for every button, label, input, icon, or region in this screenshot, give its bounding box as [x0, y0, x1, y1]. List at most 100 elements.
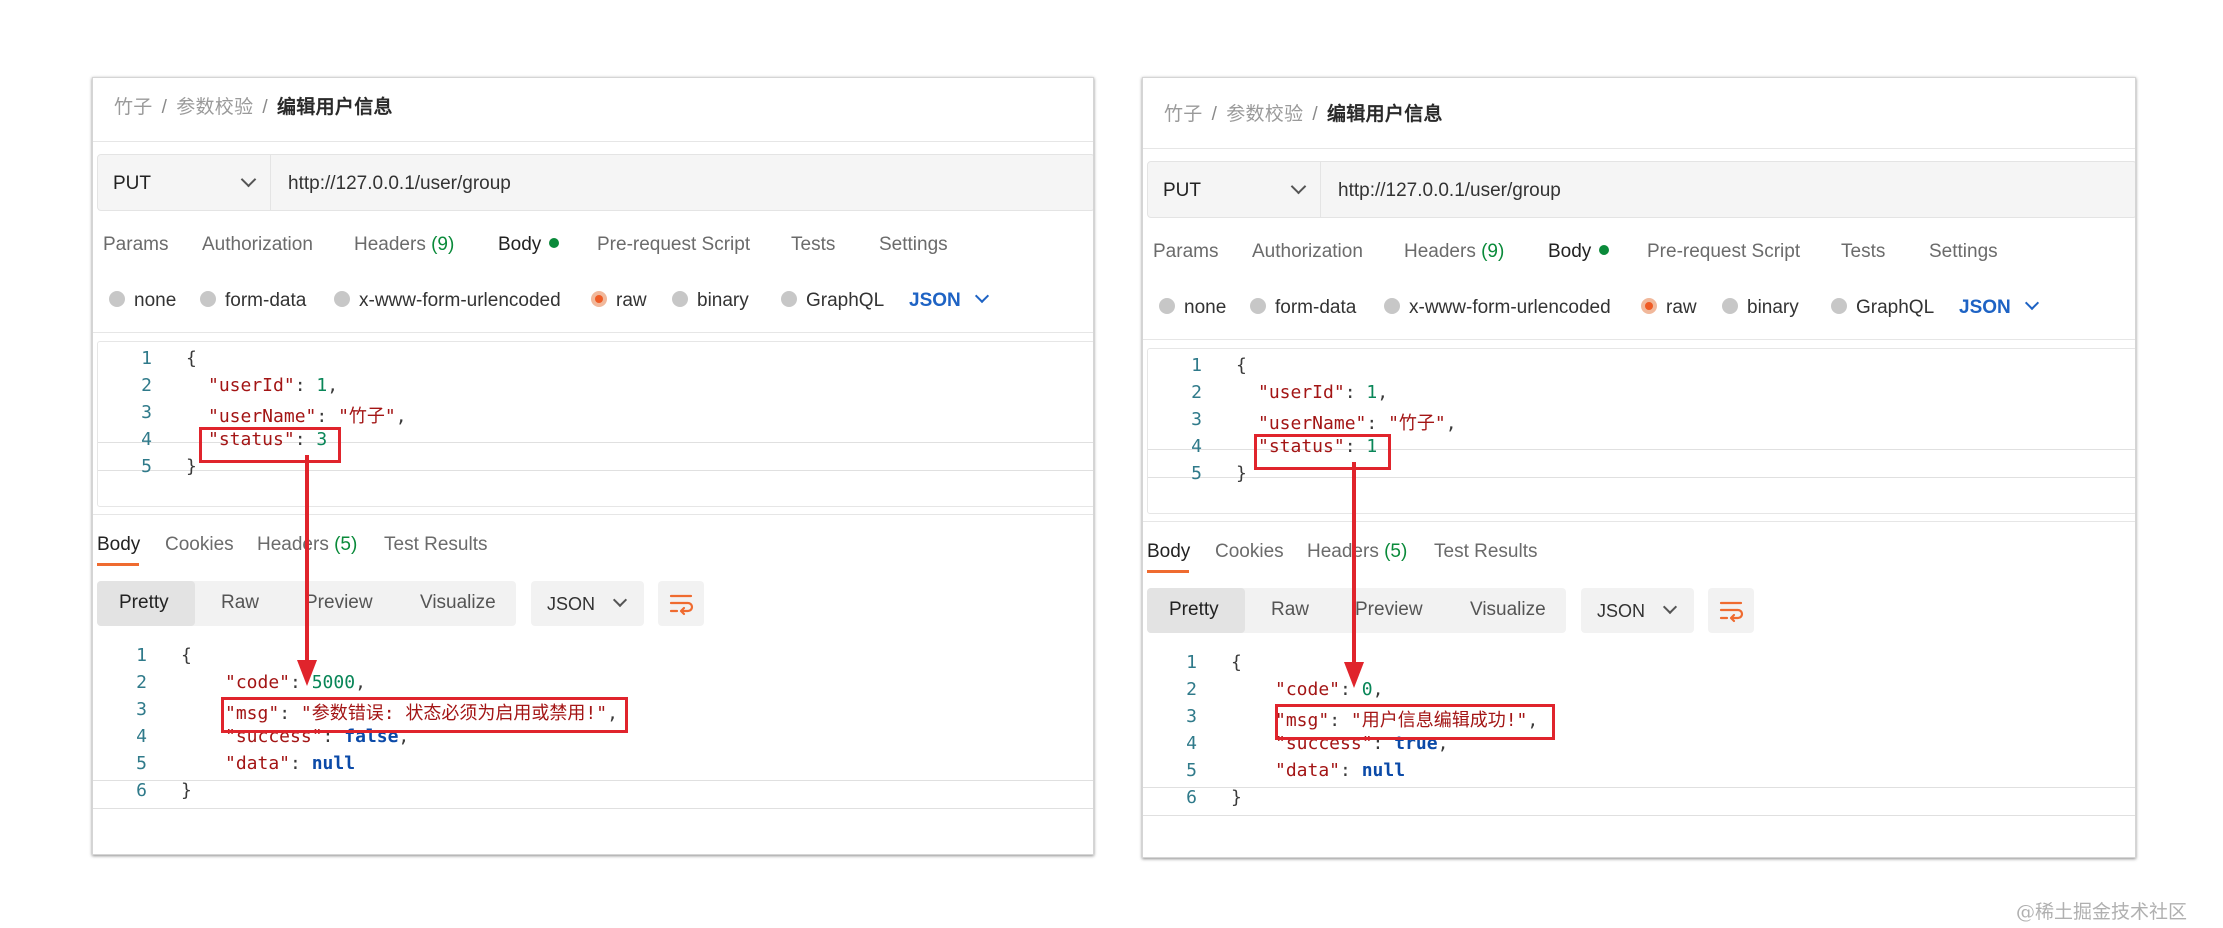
divider	[1143, 521, 2135, 522]
code-line: }	[1231, 787, 1242, 808]
active-dot-icon	[549, 237, 560, 248]
button-label: Pretty	[119, 592, 169, 613]
format-label: JSON	[1959, 297, 2011, 318]
tab-response-body[interactable]: Body	[1147, 541, 1190, 563]
radio-icon	[1384, 297, 1400, 314]
tab-test-results[interactable]: Test Results	[384, 534, 487, 556]
line-number: 6	[1186, 787, 1197, 808]
tab-headers[interactable]: Headers (9)	[354, 234, 454, 256]
tab-label: Headers	[257, 534, 329, 555]
view-preview-button[interactable]: Preview	[1355, 599, 1423, 621]
format-select[interactable]: JSON	[909, 288, 989, 312]
highlight-box-msg	[1275, 704, 1555, 740]
tab-test-results[interactable]: Test Results	[1434, 541, 1537, 563]
code-line: "code": 0,	[1275, 679, 1384, 700]
request-body-editor[interactable]: 1{ 2 "userId": 1, 3 "userName": "竹子", 4 "st…	[97, 341, 1093, 507]
request-bar: PUT http://127.0.0.1/user/group	[1147, 161, 2135, 218]
active-tab-underline	[97, 563, 139, 566]
radio-urlencoded[interactable]: x-www-form-urlencoded	[334, 290, 561, 312]
divider	[93, 141, 1093, 142]
line-number: 2	[141, 375, 152, 396]
radio-selected-icon	[591, 290, 607, 307]
line-number: 5	[141, 456, 152, 477]
radio-binary[interactable]: binary	[672, 290, 749, 312]
response-format-select[interactable]: JSON	[531, 581, 644, 626]
tab-response-body[interactable]: Body	[97, 534, 140, 556]
breadcrumb-item[interactable]: 竹子	[114, 97, 153, 118]
tab-cookies[interactable]: Cookies	[165, 534, 234, 556]
line-number: 5	[136, 753, 147, 774]
tab-params[interactable]: Params	[103, 234, 168, 256]
chevron-down-icon	[240, 171, 257, 188]
radio-none[interactable]: none	[1159, 297, 1226, 319]
postman-panel-invalid: 竹子 / 参数校验 / 编辑用户信息 PUT http://127.0.0.1/user…	[92, 77, 1094, 855]
tab-response-headers[interactable]: Headers (5)	[1307, 541, 1407, 563]
format-select[interactable]: JSON	[1959, 295, 2039, 319]
view-preview-button[interactable]: Preview	[305, 592, 373, 614]
radio-label: x-www-form-urlencoded	[359, 290, 561, 311]
method-select[interactable]: PUT	[98, 155, 271, 210]
view-raw-button[interactable]: Raw	[221, 592, 259, 614]
breadcrumb: 竹子 / 参数校验 / 编辑用户信息	[114, 92, 393, 119]
breadcrumb-item[interactable]: 竹子	[1164, 104, 1203, 125]
view-visualize-button[interactable]: Visualize	[1470, 599, 1546, 621]
radio-label: form-data	[1275, 297, 1357, 318]
radio-binary[interactable]: binary	[1722, 297, 1799, 319]
tab-authorization[interactable]: Authorization	[202, 234, 313, 256]
tab-settings[interactable]: Settings	[879, 234, 948, 256]
radio-graphql[interactable]: GraphQL	[781, 290, 884, 312]
radio-raw[interactable]: raw	[591, 290, 647, 312]
tab-headers[interactable]: Headers (9)	[1404, 241, 1504, 263]
line-number: 4	[136, 726, 147, 747]
code-line: }	[1236, 463, 1247, 484]
response-format-select[interactable]: JSON	[1581, 588, 1694, 633]
tab-prerequest-script[interactable]: Pre-request Script	[597, 234, 750, 256]
code-line: {	[186, 348, 197, 369]
url-input[interactable]: http://127.0.0.1/user/group	[1338, 180, 1561, 202]
line-number: 6	[136, 780, 147, 801]
method-label: PUT	[113, 173, 151, 194]
view-raw-button[interactable]: Raw	[1271, 599, 1309, 621]
wrap-lines-button[interactable]	[1708, 588, 1754, 633]
breadcrumb-item[interactable]: 参数校验	[176, 97, 253, 118]
request-body-editor[interactable]: 1{ 2 "userId": 1, 3 "userName": "竹子", 4 "st…	[1147, 348, 2135, 514]
radio-none[interactable]: none	[109, 290, 176, 312]
chevron-down-icon	[1290, 178, 1307, 195]
view-visualize-button[interactable]: Visualize	[420, 592, 496, 614]
tab-prerequest-script[interactable]: Pre-request Script	[1647, 241, 1800, 263]
radio-form-data[interactable]: form-data	[200, 290, 306, 312]
line-number: 2	[1186, 679, 1197, 700]
breadcrumb-separator: /	[1312, 104, 1318, 125]
tab-body[interactable]: Body	[1548, 241, 1610, 263]
tab-params[interactable]: Params	[1153, 241, 1218, 263]
method-select[interactable]: PUT	[1148, 162, 1321, 217]
breadcrumb-item[interactable]: 参数校验	[1226, 104, 1303, 125]
tab-cookies[interactable]: Cookies	[1215, 541, 1284, 563]
radio-label: none	[134, 290, 177, 311]
tab-tests[interactable]: Tests	[791, 234, 835, 256]
tab-settings[interactable]: Settings	[1929, 241, 1998, 263]
radio-icon	[1159, 297, 1175, 314]
view-pretty-button[interactable]: Pretty	[97, 581, 195, 626]
url-input[interactable]: http://127.0.0.1/user/group	[288, 173, 511, 195]
tab-label: Headers	[1404, 241, 1476, 262]
radio-icon	[109, 290, 125, 307]
radio-graphql[interactable]: GraphQL	[1831, 297, 1934, 319]
radio-label: binary	[1747, 297, 1799, 318]
chevron-down-icon	[612, 592, 628, 608]
view-pretty-button[interactable]: Pretty	[1147, 588, 1245, 633]
line-number: 2	[1191, 382, 1202, 403]
code-line: {	[1236, 355, 1247, 376]
radio-raw[interactable]: raw	[1641, 297, 1697, 319]
wrap-lines-button[interactable]	[658, 581, 704, 626]
radio-form-data[interactable]: form-data	[1250, 297, 1356, 319]
radio-icon	[334, 290, 350, 307]
method-label: PUT	[1163, 180, 1201, 201]
tab-body[interactable]: Body	[498, 234, 560, 256]
active-dot-icon	[1599, 244, 1610, 255]
radio-urlencoded[interactable]: x-www-form-urlencoded	[1384, 297, 1611, 319]
tab-authorization[interactable]: Authorization	[1252, 241, 1363, 263]
tab-label: Headers	[354, 234, 426, 255]
radio-icon	[200, 290, 216, 307]
tab-tests[interactable]: Tests	[1841, 241, 1885, 263]
